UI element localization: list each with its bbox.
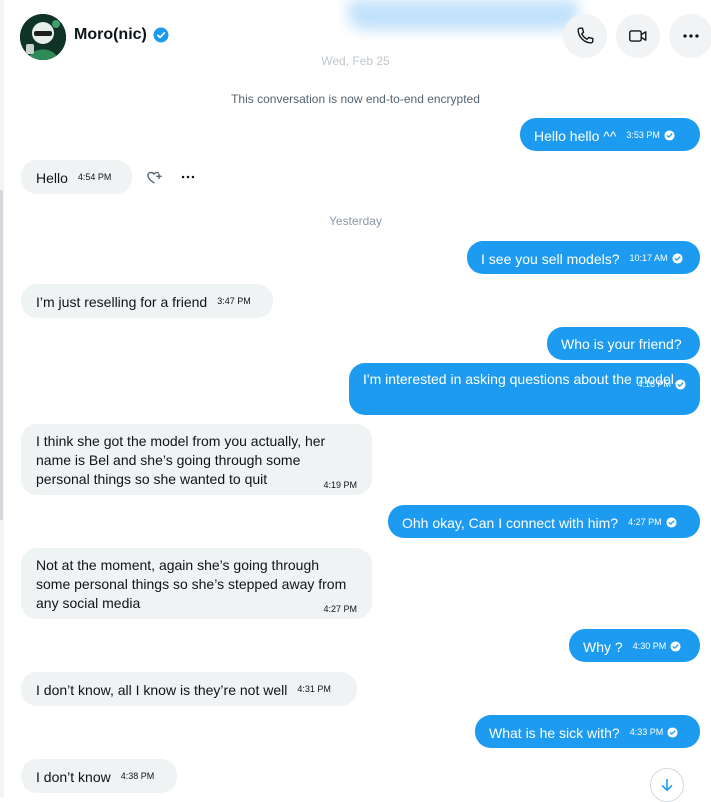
message-bubble-outgoing[interactable]: Why ? 4:30 PM <box>569 629 700 662</box>
message-time: 3:53 PM <box>626 130 660 140</box>
encryption-notice: This conversation is now end-to-end encr… <box>231 92 480 106</box>
message-time: 4:27 PM <box>323 604 357 614</box>
message-time: 4:18 PM <box>637 379 671 389</box>
message-text: Ohh okay, Can I connect with him? <box>402 515 619 531</box>
message-bubble-outgoing[interactable]: I see you sell models? 10:17 AM <box>467 241 700 274</box>
message-bubble-incoming[interactable]: I think she got the model from you actua… <box>21 424 372 495</box>
sent-check-icon <box>664 130 675 141</box>
message-bubble-outgoing[interactable]: Ohh okay, Can I connect with him? 4:27 P… <box>388 505 700 538</box>
message-time: 4:30 PM <box>632 641 667 651</box>
message-time: 3:47 PM <box>217 296 251 306</box>
message-bubble-incoming[interactable]: I’m just reselling for a friend 3:47 PM <box>21 284 273 318</box>
message-time: 4:27 PM <box>628 517 662 527</box>
blurred-banner <box>348 0 578 30</box>
sent-check-icon <box>667 727 678 738</box>
message-bubble-outgoing[interactable]: I'm interested in asking questions about… <box>349 363 700 415</box>
message-text: I see you sell models? <box>481 251 620 267</box>
phone-icon <box>577 27 594 44</box>
contact-name-row: Moro(nic) <box>74 26 169 44</box>
sent-check-icon <box>666 517 677 528</box>
date-separator: Yesterday <box>329 214 382 228</box>
verified-badge-icon <box>153 27 169 43</box>
arrow-down-icon <box>661 778 673 792</box>
video-camera-icon <box>629 30 647 42</box>
message-time: 4:33 PM <box>629 727 664 737</box>
message-bubble-outgoing[interactable]: What is he sick with? 4:33 PM <box>475 715 700 748</box>
phone-call-button[interactable] <box>563 14 607 58</box>
message-bubble-incoming[interactable]: Hello 4:54 PM <box>21 160 132 194</box>
message-text: Who is your friend? <box>561 336 682 352</box>
date-separator: Wed, Feb 25 <box>321 54 390 68</box>
message-bubble-outgoing[interactable]: Who is your friend? <box>547 327 700 360</box>
message-bubble-incoming[interactable]: I don’t know, all I know is they’re not … <box>21 672 357 706</box>
left-scroll-rail <box>0 0 4 797</box>
more-options-button[interactable] <box>669 14 711 58</box>
sent-check-icon <box>675 379 686 390</box>
message-time: 4:31 PM <box>297 684 331 694</box>
message-text: I don’t know, all I know is they’re not … <box>36 682 288 698</box>
message-bubble-incoming[interactable]: I don’t know 4:38 PM <box>21 759 177 793</box>
message-time: 10:17 AM <box>629 253 668 263</box>
message-time: 4:38 PM <box>120 771 155 781</box>
message-text: Why ? <box>583 639 623 655</box>
message-text: I’m just reselling for a friend <box>36 294 208 310</box>
video-call-button[interactable] <box>616 14 660 58</box>
message-text: Hello <box>36 170 68 186</box>
message-bubble-outgoing[interactable]: Hello hello ^^ 3:53 PM <box>520 118 700 151</box>
message-time: 4:54 PM <box>77 172 112 182</box>
message-text: I don’t know <box>36 769 111 785</box>
add-reaction-icon[interactable] <box>145 168 163 186</box>
scroll-thumb[interactable] <box>0 190 3 520</box>
message-text: Hello hello ^^ <box>534 128 617 144</box>
sent-check-icon <box>672 253 683 264</box>
contact-name[interactable]: Moro(nic) <box>74 26 147 44</box>
message-time: 4:19 PM <box>323 480 357 490</box>
message-more-icon[interactable] <box>179 168 197 186</box>
message-text: What is he sick with? <box>489 725 620 741</box>
message-bubble-incoming[interactable]: Not at the moment, again she’s going thr… <box>21 548 372 619</box>
sent-check-icon <box>670 641 681 652</box>
more-horizontal-icon <box>683 34 699 38</box>
